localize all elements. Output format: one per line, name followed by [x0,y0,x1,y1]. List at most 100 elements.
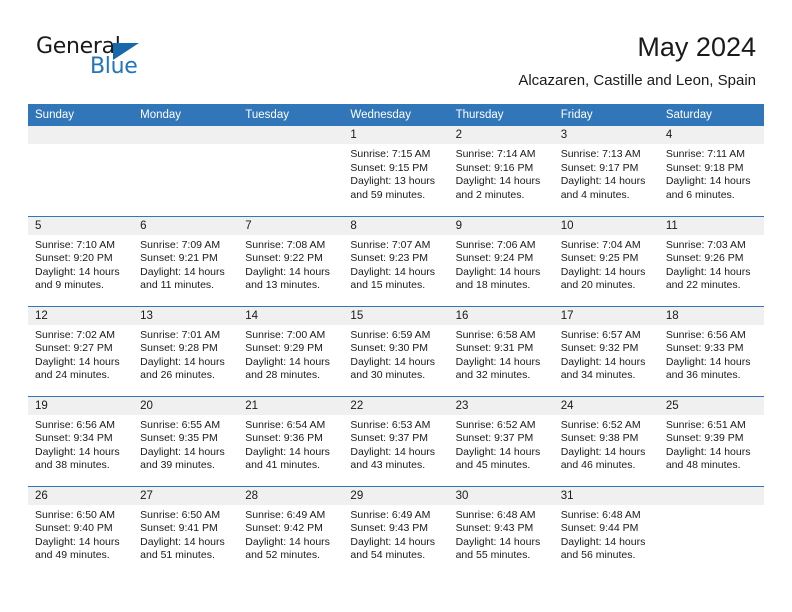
calendar-day-cell[interactable]: 22 Sunrise: 6:53 AM Sunset: 9:37 PM Dayligh… [343,395,449,486]
day-details: Sunrise: 7:06 AM Sunset: 9:24 PM Daylight:… [449,235,554,293]
day-number: 2 [448,126,554,144]
day-number [133,126,239,144]
sunset-text: Sunset: 9:35 PM [140,432,218,445]
sunrise-text: Sunrise: 7:11 AM [665,148,746,160]
day-details: Sunrise: 6:59 AM Sunset: 9:30 PM Daylight:… [343,325,448,383]
day-details: Sunrise: 7:10 AM Sunset: 9:20 PM Daylight:… [28,235,133,293]
calendar-day-cell[interactable]: 6 Sunrise: 7:09 AM Sunset: 9:21 PM Daylight… [133,215,239,306]
day-details: Sunrise: 6:52 AM Sunset: 9:38 PM Daylight:… [554,415,659,473]
sunset-text: Sunset: 9:24 PM [455,252,534,265]
calendar-day-cell[interactable]: 4 Sunrise: 7:11 AM Sunset: 9:18 PM Daylight… [658,126,764,216]
calendar-day-cell[interactable]: 20 Sunrise: 6:55 AM Sunset: 9:35 PM Dayligh… [133,395,239,486]
calendar-day-cell[interactable]: 23 Sunrise: 6:52 AM Sunset: 9:37 PM Dayligh… [448,395,554,486]
sunset-text: Sunset: 9:39 PM [665,432,744,445]
calendar-day-cell[interactable]: 13 Sunrise: 7:01 AM Sunset: 9:28 PM Dayligh… [133,305,239,396]
daylight-text-line1: Daylight: 14 hours [350,355,436,368]
daylight-text-line1: Daylight: 14 hours [35,355,120,368]
sunset-text: Sunset: 9:18 PM [665,161,744,174]
daylight-text-line2: and 9 minutes. [35,279,104,292]
daylight-text-line1: Daylight: 14 hours [350,535,436,548]
calendar-day-cell[interactable]: 12 Sunrise: 7:02 AM Sunset: 9:27 PM Dayligh… [28,305,134,396]
day-number: 11 [658,216,764,235]
sunset-text: Sunset: 9:28 PM [140,342,218,355]
day-details: Sunrise: 6:49 AM Sunset: 9:42 PM Daylight:… [238,505,343,563]
sunrise-text: Sunrise: 7:10 AM [35,238,115,251]
calendar-day-cell[interactable]: 17 Sunrise: 6:57 AM Sunset: 9:32 PM Dayligh… [553,305,659,396]
calendar-week-row: 19 Sunrise: 6:56 AM Sunset: 9:34 PM Dayligh… [28,395,764,486]
day-number: 22 [343,396,449,415]
sunrise-text: Sunrise: 7:15 AM [350,148,431,160]
calendar-day-cell[interactable]: 28 Sunrise: 6:49 AM Sunset: 9:42 PM Dayligh… [238,485,344,576]
day-number: 6 [133,216,239,235]
calendar-day-cell-empty [28,126,134,216]
daylight-text-line2: and 18 minutes. [455,279,531,292]
sunrise-text: Sunrise: 7:02 AM [35,328,115,341]
daylight-text-line1: Daylight: 14 hours [245,355,330,368]
calendar-day-cell[interactable]: 7 Sunrise: 7:08 AM Sunset: 9:22 PM Daylight… [238,215,344,306]
calendar-week-row: 12 Sunrise: 7:02 AM Sunset: 9:27 PM Dayligh… [28,305,764,396]
calendar-day-cell[interactable]: 10 Sunrise: 7:04 AM Sunset: 9:25 PM Dayligh… [553,215,659,306]
calendar-day-cell[interactable]: 29 Sunrise: 6:49 AM Sunset: 9:43 PM Dayligh… [343,485,449,576]
sunrise-text: Sunrise: 6:56 AM [35,418,115,431]
sunrise-text: Sunrise: 7:06 AM [455,238,536,251]
logo-text-blue: Blue [90,54,138,79]
sunset-text: Sunset: 9:43 PM [350,522,429,535]
sunset-text: Sunset: 9:34 PM [35,432,113,445]
calendar-body: 1 Sunrise: 7:15 AM Sunset: 9:15 PM Daylight… [28,126,764,576]
calendar-day-cell[interactable]: 16 Sunrise: 6:58 AM Sunset: 9:31 PM Dayligh… [448,305,554,396]
weekday-header-sunday: Sunday [28,104,134,126]
day-number: 12 [28,306,134,325]
calendar-day-cell[interactable]: 27 Sunrise: 6:50 AM Sunset: 9:41 PM Dayligh… [133,485,239,576]
calendar-day-cell[interactable]: 24 Sunrise: 6:52 AM Sunset: 9:38 PM Dayligh… [553,395,659,486]
calendar-day-cell[interactable]: 1 Sunrise: 7:15 AM Sunset: 9:15 PM Daylight… [343,126,449,216]
day-details: Sunrise: 7:04 AM Sunset: 9:25 PM Daylight:… [554,235,659,293]
day-details: Sunrise: 7:01 AM Sunset: 9:28 PM Daylight:… [133,325,238,383]
daylight-text-line2: and 49 minutes. [35,549,110,562]
daylight-text-line2: and 15 minutes. [350,279,426,292]
daylight-text-line2: and 43 minutes. [350,459,426,472]
calendar-day-cell[interactable]: 8 Sunrise: 7:07 AM Sunset: 9:23 PM Daylight… [343,215,449,306]
day-details: Sunrise: 7:13 AM Sunset: 9:17 PM Daylight:… [554,144,659,202]
calendar-day-cell[interactable]: 3 Sunrise: 7:13 AM Sunset: 9:17 PM Daylight… [553,126,659,216]
daylight-text-line1: Daylight: 14 hours [455,355,541,368]
sunrise-text: Sunrise: 7:08 AM [245,238,326,251]
day-number: 24 [553,396,659,415]
calendar-day-cell[interactable]: 31 Sunrise: 6:48 AM Sunset: 9:44 PM Dayligh… [553,485,659,576]
day-details: Sunrise: 6:57 AM Sunset: 9:32 PM Daylight:… [554,325,659,383]
daylight-text-line2: and 55 minutes. [455,549,531,562]
calendar-day-cell[interactable]: 5 Sunrise: 7:10 AM Sunset: 9:20 PM Daylight… [28,215,134,306]
daylight-text-line2: and 51 minutes. [140,549,215,562]
sunset-text: Sunset: 9:27 PM [35,342,113,355]
general-blue-logo[interactable]: General Blue [36,36,216,86]
calendar-day-cell[interactable]: 11 Sunrise: 7:03 AM Sunset: 9:26 PM Dayligh… [658,215,764,306]
calendar-day-cell[interactable]: 26 Sunrise: 6:50 AM Sunset: 9:40 PM Dayligh… [28,485,134,576]
page-title: May 2024 [637,32,756,62]
calendar-day-cell[interactable]: 15 Sunrise: 6:59 AM Sunset: 9:30 PM Dayligh… [343,305,449,396]
calendar-day-cell[interactable]: 19 Sunrise: 6:56 AM Sunset: 9:34 PM Dayligh… [28,395,134,486]
sunrise-text: Sunrise: 6:59 AM [350,328,431,341]
daylight-text-line2: and 32 minutes. [455,369,531,382]
daylight-text-line1: Daylight: 14 hours [665,355,751,368]
day-number: 1 [343,126,449,144]
sunset-text: Sunset: 9:21 PM [140,252,218,265]
daylight-text-line1: Daylight: 14 hours [455,535,541,548]
calendar-day-cell[interactable]: 25 Sunrise: 6:51 AM Sunset: 9:39 PM Dayligh… [658,395,764,486]
calendar-day-cell[interactable]: 14 Sunrise: 7:00 AM Sunset: 9:29 PM Dayligh… [238,305,344,396]
sunrise-text: Sunrise: 6:48 AM [455,508,536,521]
calendar-day-cell[interactable]: 18 Sunrise: 6:56 AM Sunset: 9:33 PM Dayligh… [658,305,764,396]
daylight-text-line2: and 22 minutes. [665,279,741,292]
calendar-day-cell[interactable]: 2 Sunrise: 7:14 AM Sunset: 9:16 PM Daylight… [448,126,554,216]
day-details: Sunrise: 6:58 AM Sunset: 9:31 PM Daylight:… [449,325,554,383]
calendar-day-cell[interactable]: 30 Sunrise: 6:48 AM Sunset: 9:43 PM Dayligh… [448,485,554,576]
sunset-text: Sunset: 9:41 PM [140,522,218,535]
calendar-day-cell[interactable]: 9 Sunrise: 7:06 AM Sunset: 9:24 PM Daylight… [448,215,554,306]
weekday-header-tuesday: Tuesday [238,104,344,126]
calendar-day-cell[interactable]: 21 Sunrise: 6:54 AM Sunset: 9:36 PM Dayligh… [238,395,344,486]
day-number: 31 [553,486,659,505]
daylight-text-line1: Daylight: 14 hours [455,175,541,188]
sunset-text: Sunset: 9:17 PM [560,161,639,174]
day-details: Sunrise: 6:51 AM Sunset: 9:39 PM Daylight:… [659,415,764,473]
sunrise-text: Sunrise: 6:49 AM [350,508,431,521]
day-number: 7 [238,216,344,235]
sunrise-text: Sunrise: 7:00 AM [245,328,326,341]
